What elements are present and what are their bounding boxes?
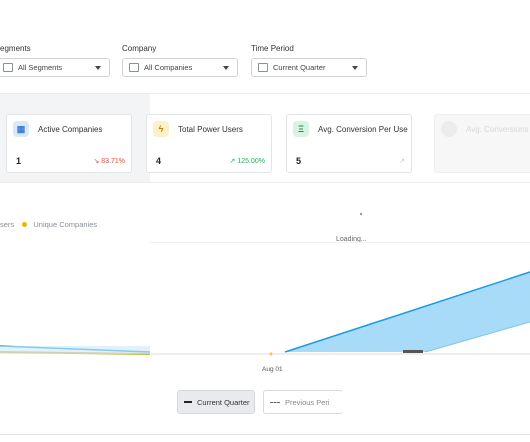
timeperiod-value: Current Quarter <box>273 63 326 72</box>
solid-line-icon <box>184 401 192 403</box>
legend-item-unique-companies[interactable]: Unique Companies <box>33 220 97 229</box>
segments-label: egments <box>0 44 31 53</box>
company-value: All Companies <box>144 63 193 72</box>
trend-down: ↘ 83.71% <box>93 158 125 165</box>
dot-icon <box>441 121 457 137</box>
segments-select[interactable]: All Segments <box>0 58 110 77</box>
chart-legend: sers Unique Companies <box>0 220 97 229</box>
card-title: Active Companies <box>38 125 103 134</box>
filter-bar: egments All Segments Company All Compani… <box>0 0 530 92</box>
card-title: Avg. Conversions Per <box>466 125 530 134</box>
kpi-card-power-users[interactable]: ϟ Total Power Users 4 ↗ 125.00% <box>146 114 272 173</box>
previous-period-label: Previous Peri <box>285 397 330 407</box>
card-title: Avg. Conversion Per User <box>318 125 408 134</box>
card-trend: 83.71% <box>101 158 125 165</box>
series-area-left <box>0 346 150 354</box>
kpi-card-avg-conversions-faded[interactable]: Avg. Conversions Per <box>434 114 530 173</box>
calendar-icon <box>258 63 268 72</box>
kpi-card-active-companies[interactable]: ▦ Active Companies 1 ↘ 83.71% <box>6 114 132 173</box>
chevron-down-icon <box>352 66 358 70</box>
timeperiod-select[interactable]: Current Quarter <box>251 58 367 77</box>
current-quarter-label: Current Quarter <box>197 397 250 407</box>
card-value: 5 <box>296 156 302 166</box>
card-value: 1 <box>16 156 22 166</box>
kpi-card-avg-conversion[interactable]: Ξ Avg. Conversion Per User 5 ↗ <box>286 114 412 173</box>
previous-period-button[interactable]: Previous Peri <box>263 390 343 414</box>
x-tick-label: Aug 01 <box>262 366 283 373</box>
chart-marker-bar <box>403 350 423 353</box>
segments-value: All Segments <box>18 63 63 72</box>
current-quarter-button[interactable]: Current Quarter <box>177 390 255 414</box>
building-icon <box>129 63 139 72</box>
chevron-down-icon <box>95 66 101 70</box>
legend-item-users[interactable]: sers <box>0 220 14 229</box>
trend-up: ↗ 125.00% <box>229 158 265 165</box>
building-icon: ▦ <box>13 121 29 137</box>
chart-icon: Ξ <box>293 121 309 137</box>
legend-dot-icon <box>22 222 28 227</box>
company-label: Company <box>122 44 157 53</box>
trend-up: ↗ <box>399 158 405 165</box>
chart-marker <box>360 213 362 215</box>
card-value: 4 <box>156 156 162 166</box>
card-title: Total Power Users <box>178 125 243 134</box>
line-chart <box>0 242 530 356</box>
card-trend: 125.00% <box>237 158 265 165</box>
users-icon <box>3 63 13 72</box>
divider <box>0 182 530 183</box>
divider <box>0 434 530 435</box>
chevron-down-icon <box>223 66 229 70</box>
timeperiod-label: Time Period <box>251 44 294 53</box>
company-select[interactable]: All Companies <box>122 58 238 77</box>
bolt-icon: ϟ <box>153 121 169 137</box>
dashed-line-icon <box>270 401 280 403</box>
